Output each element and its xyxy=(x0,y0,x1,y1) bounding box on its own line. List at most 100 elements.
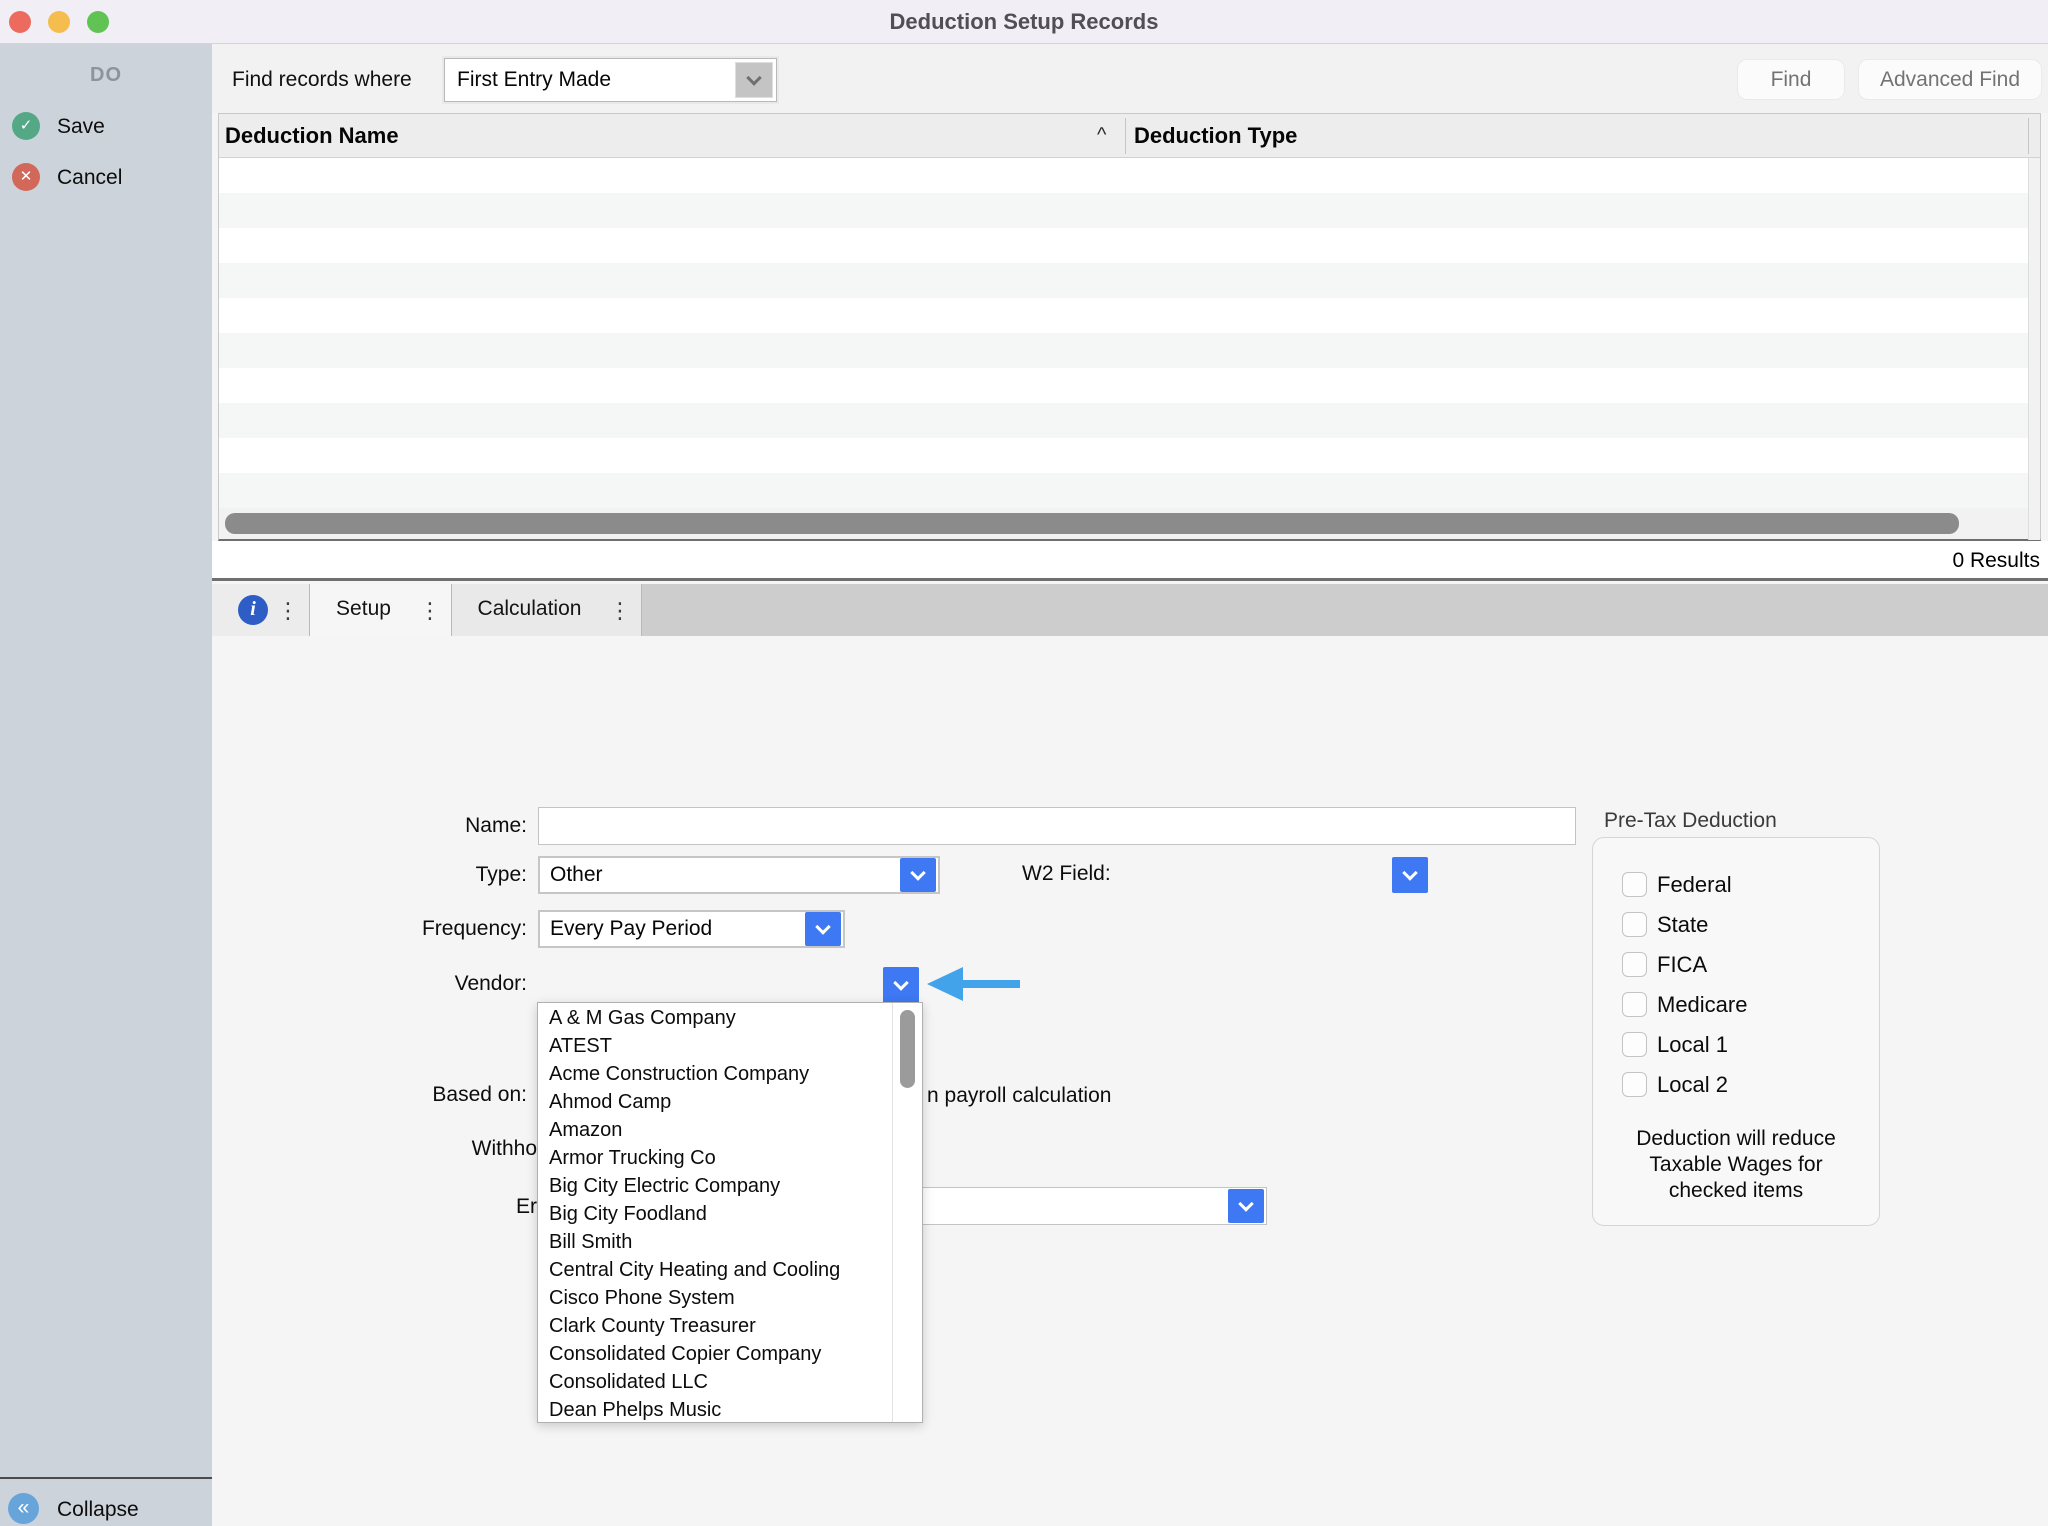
vendor-option[interactable]: ATEST xyxy=(538,1032,893,1060)
vertical-scrollbar-track[interactable] xyxy=(2028,158,2040,540)
field-dropdown-button[interactable] xyxy=(1228,1189,1264,1223)
pretax-note-line: checked items xyxy=(1601,1178,1871,1204)
find-button[interactable]: Find xyxy=(1737,59,1845,100)
column-separator[interactable] xyxy=(2028,118,2029,154)
vendor-option[interactable]: Armor Trucking Co xyxy=(538,1144,893,1172)
checkbox-fica[interactable] xyxy=(1622,952,1647,977)
withholding-label-fragment: Withho xyxy=(337,1136,537,1162)
chevron-down-icon xyxy=(1238,1196,1254,1212)
table-row[interactable] xyxy=(219,403,2028,438)
vendor-option[interactable]: Clark County Treasurer xyxy=(538,1312,893,1340)
checkbox-label: FICA xyxy=(1657,952,1707,978)
vendor-option[interactable]: Amazon xyxy=(538,1116,893,1144)
tab-setup-label: Setup xyxy=(310,597,417,621)
dropdown-scrollbar-track[interactable] xyxy=(892,1003,922,1422)
info-icon[interactable]: i xyxy=(238,595,268,625)
vendor-option[interactable]: Bill Smith xyxy=(538,1228,893,1256)
table-row[interactable] xyxy=(219,158,2028,193)
checkbox-local-1[interactable] xyxy=(1622,1032,1647,1057)
vendor-dropdown-button[interactable] xyxy=(883,967,919,1003)
kebab-menu-icon[interactable]: ⋮ xyxy=(419,598,441,624)
vendor-option[interactable]: Acme Construction Company xyxy=(538,1060,893,1088)
save-check-icon: ✓ xyxy=(12,112,40,140)
sidebar-divider xyxy=(0,1477,212,1479)
advanced-find-button[interactable]: Advanced Find xyxy=(1858,59,2042,100)
vendor-option[interactable]: Big City Electric Company xyxy=(538,1172,893,1200)
column-header-deduction-type[interactable]: Deduction Type xyxy=(1134,123,1297,149)
find-where-dropdown-button[interactable] xyxy=(735,62,773,98)
type-select[interactable]: Other xyxy=(538,856,940,894)
collapse-label: Collapse xyxy=(57,1496,139,1524)
checkbox-local-2[interactable] xyxy=(1622,1072,1647,1097)
frequency-select[interactable]: Every Pay Period xyxy=(538,910,845,948)
save-button[interactable]: ✓ Save xyxy=(0,112,212,142)
vendor-option[interactable]: Cisco Phone System xyxy=(538,1284,893,1312)
frequency-dropdown-button[interactable] xyxy=(805,912,841,946)
checkbox-label: Local 2 xyxy=(1657,1072,1728,1098)
checkbox-state[interactable] xyxy=(1622,912,1647,937)
find-bar: Find records where First Entry Made Find… xyxy=(212,44,2048,113)
table-row[interactable] xyxy=(219,228,2028,263)
table-row[interactable] xyxy=(219,298,2028,333)
vendor-option[interactable]: Ahmod Camp xyxy=(538,1088,893,1116)
checkbox-label: Medicare xyxy=(1657,992,1747,1018)
cancel-label: Cancel xyxy=(57,164,122,192)
type-label: Type: xyxy=(327,862,527,888)
pretax-checkbox-row: Federal xyxy=(1593,872,1879,898)
frequency-selected-value: Every Pay Period xyxy=(550,917,712,941)
tab-bar: i ⋮ Setup ⋮ Calculation ⋮ xyxy=(212,584,2048,636)
horizontal-scrollbar-track[interactable] xyxy=(219,508,2028,539)
table-row[interactable] xyxy=(219,368,2028,403)
vendor-option[interactable]: Big City Foodland xyxy=(538,1200,893,1228)
tab-calculation-label: Calculation xyxy=(452,597,607,621)
based-on-label: Based on: xyxy=(327,1082,527,1108)
chevron-down-icon xyxy=(1402,865,1418,881)
w2-field-label: W2 Field: xyxy=(1022,861,1111,887)
table-row[interactable] xyxy=(219,473,2028,508)
table-row[interactable] xyxy=(219,263,2028,298)
column-header-deduction-name[interactable]: Deduction Name xyxy=(225,123,399,149)
horizontal-scrollbar-thumb[interactable] xyxy=(225,513,1959,534)
tab-calculation[interactable]: Calculation ⋮ xyxy=(452,584,642,636)
employer-label-fragment: Er xyxy=(337,1194,537,1220)
pretax-checkbox-row: Local 1 xyxy=(1593,1032,1879,1058)
collapse-chevrons-icon: « xyxy=(8,1493,39,1524)
pretax-note-line: Deduction will reduce xyxy=(1601,1126,1871,1152)
results-count: 0 Results xyxy=(1952,549,2040,573)
collapse-button[interactable]: « Collapse xyxy=(0,1493,212,1523)
tab-info[interactable]: i ⋮ xyxy=(212,584,310,636)
pretax-note-line: Taxable Wages for xyxy=(1601,1152,1871,1178)
kebab-menu-icon[interactable]: ⋮ xyxy=(609,598,631,624)
vendor-option[interactable]: Consolidated LLC xyxy=(538,1368,893,1396)
name-input[interactable] xyxy=(538,807,1576,845)
find-where-select[interactable]: First Entry Made xyxy=(444,58,777,102)
table-row[interactable] xyxy=(219,333,2028,368)
vendor-option[interactable]: Central City Heating and Cooling xyxy=(538,1256,893,1284)
vendor-option[interactable]: A & M Gas Company xyxy=(538,1004,893,1032)
payroll-calculation-label-fragment: n payroll calculation xyxy=(927,1083,1111,1109)
frequency-label: Frequency: xyxy=(327,916,527,942)
results-strip: 0 Results xyxy=(212,541,2048,581)
checkbox-label: Local 1 xyxy=(1657,1032,1728,1058)
type-dropdown-button[interactable] xyxy=(900,858,936,892)
vendor-option[interactable]: Consolidated Copier Company xyxy=(538,1340,893,1368)
table-row[interactable] xyxy=(219,438,2028,473)
w2-field-dropdown-button[interactable] xyxy=(1392,857,1428,893)
table-row[interactable] xyxy=(219,193,2028,228)
kebab-menu-icon[interactable]: ⋮ xyxy=(277,598,299,624)
dropdown-scrollbar-thumb[interactable] xyxy=(900,1010,915,1088)
arrow-tail xyxy=(961,980,1020,988)
cancel-button[interactable]: ✕ Cancel xyxy=(0,163,212,193)
type-selected-value: Other xyxy=(550,863,603,887)
results-table: Deduction Name ^ Deduction Type xyxy=(218,113,2041,541)
pretax-deduction-panel: Federal State FICA Medicare Local 1 Local 2 D… xyxy=(1592,837,1880,1226)
column-separator[interactable] xyxy=(1125,118,1126,154)
sort-ascending-icon[interactable]: ^ xyxy=(1097,124,1106,147)
table-body xyxy=(219,158,2028,508)
find-where-selected-value: First Entry Made xyxy=(457,68,611,92)
checkbox-medicare[interactable] xyxy=(1622,992,1647,1017)
pretax-checkbox-row: State xyxy=(1593,912,1879,938)
vendor-option[interactable]: Dean Phelps Music xyxy=(538,1396,893,1424)
checkbox-federal[interactable] xyxy=(1622,872,1647,897)
tab-setup[interactable]: Setup ⋮ xyxy=(310,584,452,636)
